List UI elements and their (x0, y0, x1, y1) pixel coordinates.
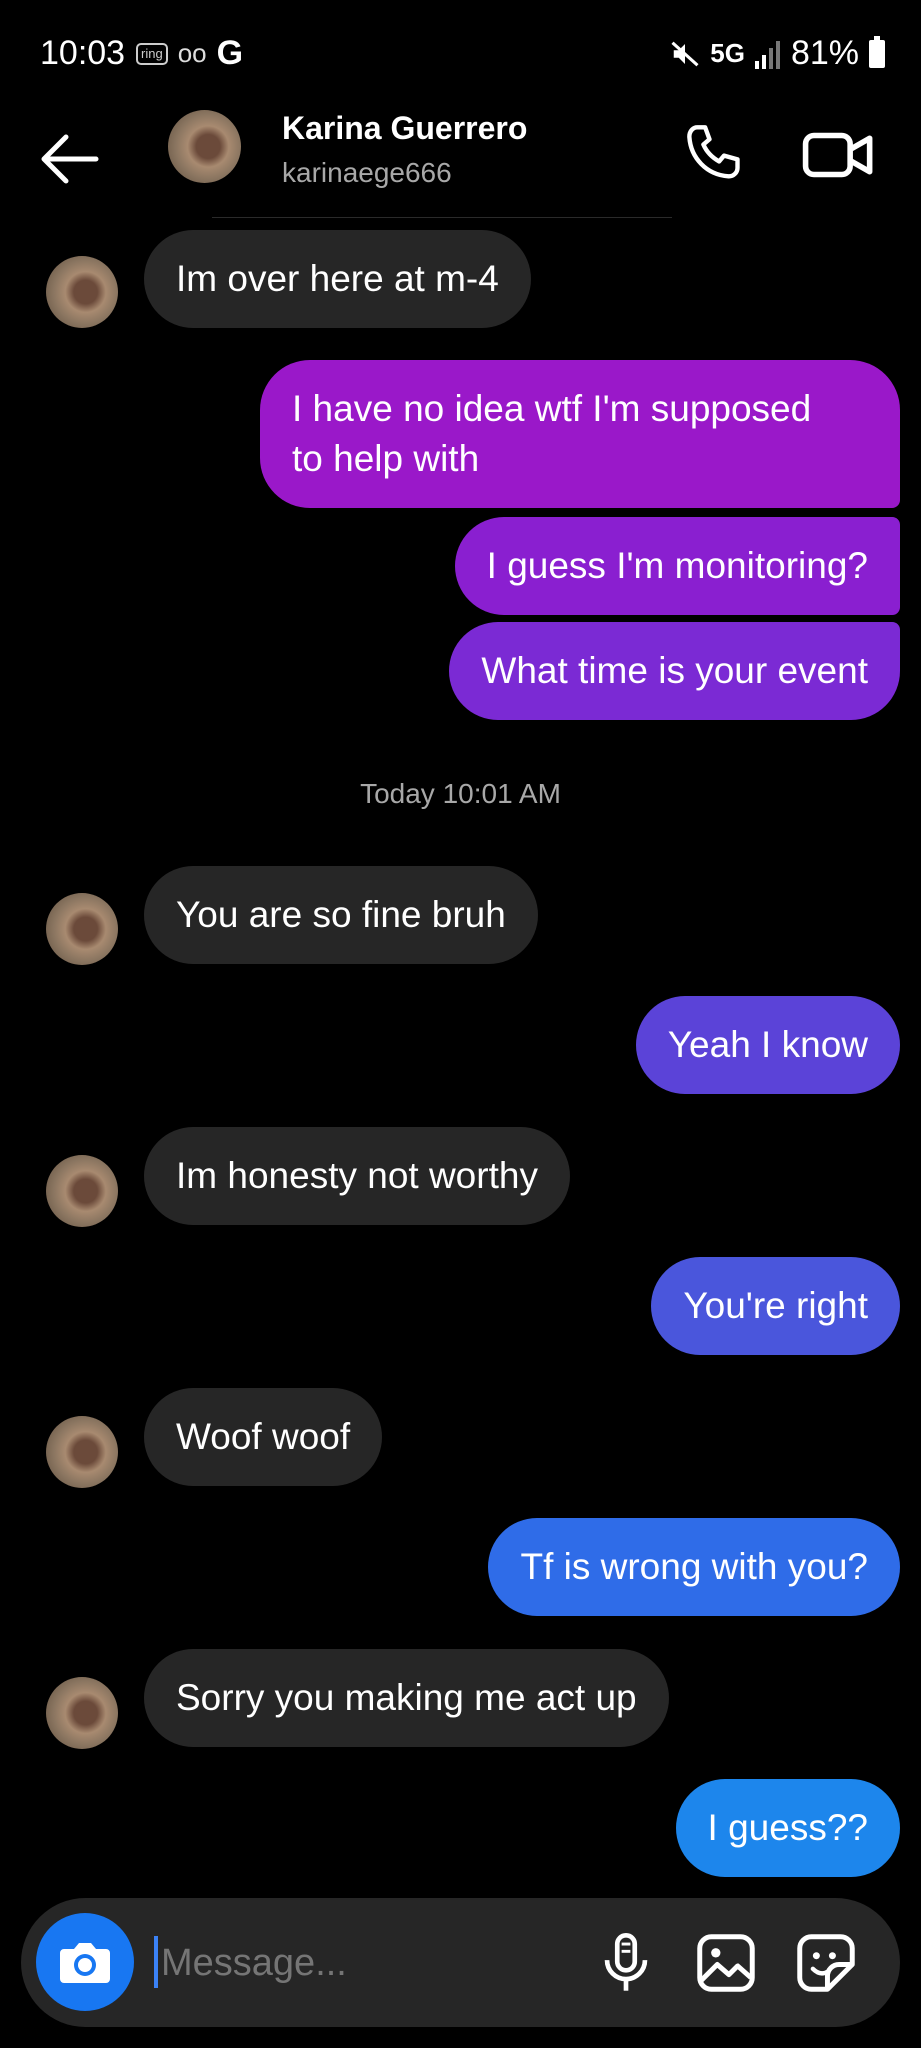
contact-name[interactable]: Karina Guerrero (282, 110, 527, 147)
text-caret (154, 1936, 158, 1988)
message-incoming[interactable]: You are so fine bruh (144, 866, 538, 964)
message-outgoing[interactable]: Yeah I know (635, 996, 900, 1094)
message-outgoing[interactable]: I have no idea wtf I'm supposed to help … (260, 360, 900, 508)
sender-avatar[interactable] (46, 256, 118, 328)
status-right-icons: 5G 81% (670, 34, 885, 73)
battery-level: 81% (790, 34, 859, 72)
status-bar: 10:03 ring oo G 5G 81% (0, 0, 921, 105)
message-timestamp: Today 10:01 AM (360, 778, 561, 809)
sticker-icon[interactable] (791, 1928, 861, 1998)
network-type: 5G (710, 38, 745, 68)
message-composer (21, 1898, 900, 2027)
message-input[interactable] (161, 1928, 561, 1998)
header-divider (212, 217, 672, 218)
sender-avatar[interactable] (46, 1677, 118, 1749)
message-outgoing[interactable]: You're right (651, 1257, 900, 1355)
message-outgoing[interactable]: Tf is wrong with you? (488, 1518, 900, 1616)
phone-icon[interactable] (678, 120, 748, 190)
message-line: I have no idea wtf I'm supposed (292, 388, 812, 429)
message-incoming[interactable]: Im honesty not worthy (144, 1127, 570, 1225)
status-left-icons: ring oo G (136, 34, 243, 73)
message-line: to help with (292, 438, 480, 479)
message-outgoing[interactable]: I guess?? (675, 1779, 900, 1877)
sender-avatar[interactable] (46, 893, 118, 965)
status-time: 10:03 (40, 34, 126, 72)
message-incoming[interactable]: Woof woof (144, 1388, 383, 1486)
camera-icon[interactable] (36, 1913, 134, 2011)
chat-header: Karina Guerrero karinaege666 (0, 105, 921, 220)
image-icon[interactable] (691, 1928, 761, 1998)
google-icon: G (216, 34, 244, 72)
ring-app-icon: ring (136, 42, 168, 65)
sender-avatar[interactable] (46, 1416, 118, 1488)
message-incoming[interactable]: Im over here at m-4 (144, 230, 531, 328)
mute-icon (670, 39, 700, 69)
message-outgoing[interactable]: What time is your event (449, 622, 900, 720)
voicemail-icon: oo (177, 38, 207, 68)
back-arrow-icon[interactable] (36, 129, 106, 189)
microphone-icon[interactable] (591, 1928, 661, 1998)
battery-icon (869, 35, 885, 68)
video-camera-icon[interactable] (800, 120, 878, 190)
contact-avatar[interactable] (168, 110, 241, 183)
contact-username[interactable]: karinaege666 (282, 157, 452, 189)
message-outgoing[interactable]: I guess I'm monitoring? (454, 517, 900, 615)
signal-icon (754, 39, 781, 69)
message-incoming[interactable]: Sorry you making me act up (144, 1649, 669, 1747)
sender-avatar[interactable] (46, 1155, 118, 1227)
